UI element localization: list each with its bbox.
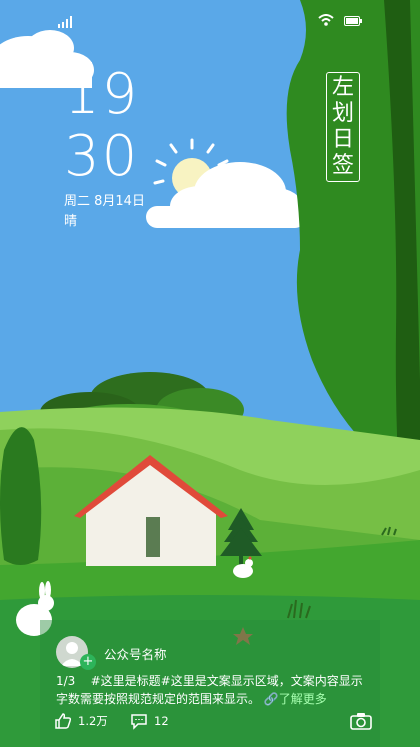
- post-index: 1/3: [56, 674, 76, 688]
- seal-char: 左: [331, 75, 354, 100]
- seal-char: 签: [331, 153, 354, 178]
- plus-icon[interactable]: +: [80, 654, 96, 670]
- tall-tree: [0, 427, 42, 565]
- lock-screen: 19 30 周二 8月14日 晴 左 划 日 签 + 公众号名称 1/3 #这里…: [0, 0, 420, 747]
- seal-char: 日: [331, 127, 354, 152]
- swipe-calendar-seal[interactable]: 左 划 日 签: [326, 72, 360, 182]
- seal-char: 划: [331, 101, 354, 126]
- date-line: 周二 8月14日: [64, 194, 145, 209]
- post-text: 1/3 #这里是标题#这里是文案显示区域，文案内容显示字数需要按照规范规定的范围…: [56, 672, 366, 708]
- weather-text: 晴: [64, 214, 78, 229]
- link-icon: 🔗: [263, 692, 279, 706]
- clock-hour: 19: [64, 62, 140, 127]
- signal-icon: [58, 16, 72, 28]
- camera-button[interactable]: [350, 712, 372, 733]
- like-icon: [55, 713, 72, 729]
- status-bar: [0, 10, 420, 30]
- camera-icon: [350, 713, 372, 730]
- like-count: 1.2万: [78, 714, 108, 728]
- like-button[interactable]: 1.2万: [54, 712, 108, 730]
- comment-icon: [131, 714, 147, 730]
- learn-more-label: 了解更多: [278, 692, 327, 706]
- comment-button[interactable]: 12: [130, 712, 169, 730]
- comment-count: 12: [154, 714, 169, 728]
- clock-minute: 30: [64, 124, 140, 189]
- action-bar: 1.2万 12: [54, 712, 372, 740]
- wifi-icon: [318, 14, 334, 26]
- account-name[interactable]: 公众号名称: [104, 644, 167, 663]
- battery-icon: [344, 16, 362, 26]
- learn-more-link[interactable]: 🔗了解更多: [264, 692, 327, 706]
- clock: 19 30: [64, 66, 139, 190]
